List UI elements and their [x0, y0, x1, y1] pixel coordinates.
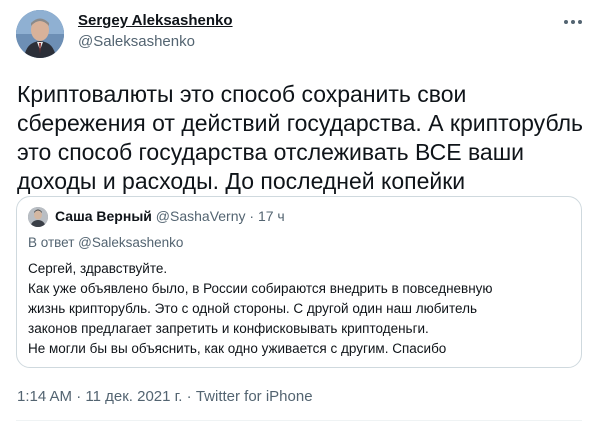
- author-avatar[interactable]: [16, 10, 64, 58]
- reply-to-label: В ответ @Saleksashenko: [28, 235, 184, 250]
- quoted-author-handle: @SashaVerny: [155, 208, 246, 224]
- tweet-text-line: сбережения от действий государства. А кр…: [17, 110, 583, 136]
- quoted-author-avatar: [28, 207, 48, 227]
- tweet-date[interactable]: 11 дек. 2021 г.: [85, 388, 182, 405]
- tweet-text-line: Криптовалюты это способ сохранить свои: [17, 81, 467, 107]
- separator-dot: ·: [245, 208, 258, 224]
- separator-dot: ·: [72, 388, 86, 405]
- author-name[interactable]: Sergey Aleksashenko: [78, 12, 233, 29]
- author-handle[interactable]: @Saleksashenko: [78, 33, 195, 50]
- divider: [16, 420, 582, 421]
- quoted-tweet-header: Саша Верный @SashaVerny · 17 ч: [55, 208, 285, 224]
- quoted-tweet-text: Сергей, здравствуйте. Как уже объявлено …: [28, 259, 573, 359]
- tweet-text: Криптовалюты это способ сохранить свои с…: [17, 80, 587, 196]
- tweet-timestamp: 1:14 AM · 11 дек. 2021 г. · Twitter for …: [17, 388, 313, 405]
- quoted-text-line: Как уже объявлено было, в России собираю…: [28, 281, 493, 296]
- tweet-text-line: это способ государства отслеживать ВСЕ в…: [17, 139, 525, 165]
- quoted-text-line: Не могли бы вы объяснить, как одно ужива…: [28, 341, 447, 356]
- quoted-tweet-time: 17 ч: [257, 208, 285, 224]
- quoted-author-name: Саша Верный: [55, 208, 152, 224]
- quoted-text-line: жизнь крипторубль. Это с одной стороны. …: [28, 301, 477, 316]
- quoted-text-line: законов предлагает запретить и конфисков…: [28, 321, 429, 336]
- tweet-time[interactable]: 1:14 AM: [17, 388, 72, 405]
- separator-dot: ·: [182, 388, 196, 405]
- quoted-tweet[interactable]: Саша Верный @SashaVerny · 17 ч В ответ @…: [16, 196, 582, 368]
- quoted-text-line: Сергей, здравствуйте.: [28, 261, 168, 276]
- tweet-source[interactable]: Twitter for iPhone: [196, 388, 313, 405]
- tweet: Sergey Aleksashenko @Saleksashenko Крипт…: [0, 0, 598, 422]
- more-horizontal-icon[interactable]: [560, 12, 586, 32]
- tweet-text-line: доходы и расходы. До последней копейки: [17, 168, 466, 194]
